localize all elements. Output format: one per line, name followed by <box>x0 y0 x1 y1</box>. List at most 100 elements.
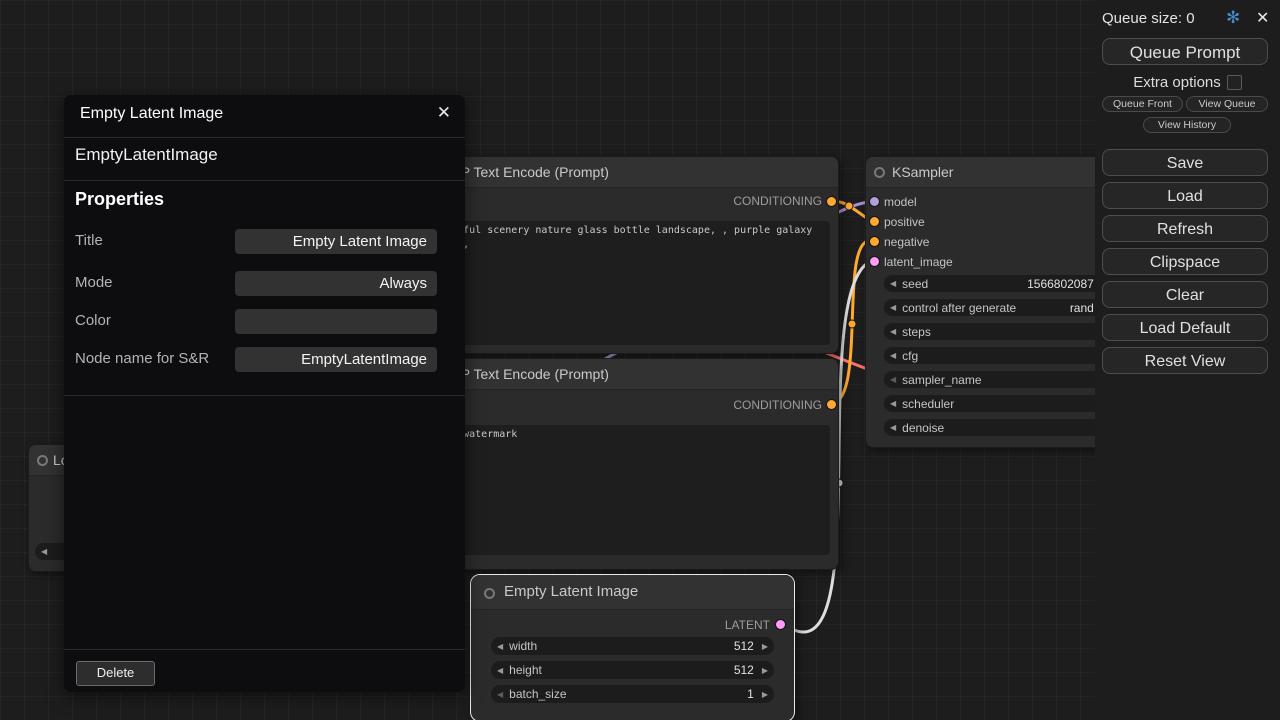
latent-output-label: LATENT <box>725 615 770 635</box>
widget-label: seed <box>902 277 928 291</box>
widget-label: cfg <box>902 349 918 363</box>
conditioning-output-label: CONDITIONING <box>733 395 822 415</box>
load-button[interactable]: Load <box>1102 182 1268 209</box>
extra-options-checkbox[interactable] <box>1227 75 1242 90</box>
clear-button[interactable]: Clear <box>1102 281 1268 308</box>
property-row-mode: Mode Always <box>75 271 437 296</box>
queue-front-button[interactable]: Queue Front <box>1102 96 1183 112</box>
snr-field[interactable]: EmptyLatentImage <box>235 347 437 372</box>
node-class-name: EmptyLatentImage <box>75 145 218 165</box>
widget-label: sampler_name <box>902 373 981 387</box>
extra-options-row: Extra options <box>1095 74 1280 91</box>
divider <box>64 649 465 650</box>
positive-prompt-textarea[interactable]: beautiful scenery nature glass bottle la… <box>421 221 830 345</box>
divider <box>64 180 465 181</box>
left-arrow-icon[interactable]: ◀ <box>35 547 53 556</box>
divider <box>64 395 465 396</box>
panel-title: Empty Latent Image <box>80 105 223 123</box>
conditioning-output-port[interactable] <box>827 400 836 409</box>
wire-midpoint-dot <box>845 202 853 210</box>
load-default-button[interactable]: Load Default <box>1102 314 1268 341</box>
collapse-dot-icon[interactable] <box>484 588 495 599</box>
extra-options-label: Extra options <box>1133 74 1221 91</box>
left-arrow-icon[interactable]: ◀ <box>884 375 902 384</box>
left-arrow-icon[interactable]: ◀ <box>491 642 509 651</box>
collapse-dot-icon[interactable] <box>874 167 885 178</box>
property-row-title: Title Empty Latent Image <box>75 229 437 254</box>
widget-value: 1566802087 <box>1027 277 1094 291</box>
clip-text-encode-positive-node[interactable]: CLIP Text Encode (Prompt) CONDITIONING b… <box>412 156 839 354</box>
widget-label: control after generate <box>902 301 1016 315</box>
left-arrow-icon[interactable]: ◀ <box>491 666 509 675</box>
save-button[interactable]: Save <box>1102 149 1268 176</box>
queue-prompt-button[interactable]: Queue Prompt <box>1102 38 1268 65</box>
queue-size-label: Queue size: 0 <box>1102 10 1195 27</box>
reset-view-button[interactable]: Reset View <box>1102 347 1268 374</box>
left-arrow-icon[interactable]: ◀ <box>884 279 902 288</box>
view-history-button[interactable]: View History <box>1143 117 1231 133</box>
property-label: Color <box>75 312 111 329</box>
widget-label: steps <box>902 325 931 339</box>
left-arrow-icon[interactable]: ◀ <box>884 399 902 408</box>
left-arrow-icon[interactable]: ◀ <box>884 423 902 432</box>
property-row-snr: Node name for S&R EmptyLatentImage <box>75 347 437 372</box>
positive-input-label: positive <box>884 212 925 232</box>
node-properties-panel: Empty Latent Image ✕ EmptyLatentImage Pr… <box>64 95 465 692</box>
node-graph-canvas[interactable]: Load Checkpoint ◀ CLIP Text Encode (Prom… <box>0 0 1280 720</box>
conditioning-output-label: CONDITIONING <box>733 191 822 211</box>
left-arrow-icon[interactable]: ◀ <box>884 303 902 312</box>
property-label: Title <box>75 232 103 249</box>
latent-image-input-port[interactable] <box>870 257 879 266</box>
latent-output-port[interactable] <box>776 620 785 629</box>
empty-latent-header[interactable]: Empty Latent Image <box>471 575 794 610</box>
property-label: Node name for S&R <box>75 350 209 367</box>
right-arrow-icon[interactable]: ▶ <box>756 642 774 651</box>
color-field[interactable] <box>235 309 437 334</box>
view-queue-button[interactable]: View Queue <box>1186 96 1268 112</box>
load-checkpoint-header[interactable]: Load Checkpoint <box>29 445 69 476</box>
widget-label: height <box>509 663 542 677</box>
node-title: Empty Latent Image <box>504 583 638 600</box>
clipspace-button[interactable]: Clipspace <box>1102 248 1268 275</box>
refresh-button[interactable]: Refresh <box>1102 215 1268 242</box>
left-arrow-icon[interactable]: ◀ <box>491 690 509 699</box>
close-icon[interactable]: ✕ <box>437 103 451 123</box>
divider <box>64 137 465 138</box>
clip-negative-header[interactable]: CLIP Text Encode (Prompt) <box>413 359 838 390</box>
negative-input-port[interactable] <box>870 237 879 246</box>
properties-section-title: Properties <box>75 189 164 210</box>
mode-field[interactable]: Always <box>235 271 437 296</box>
left-arrow-icon[interactable]: ◀ <box>884 351 902 360</box>
batch-size-widget[interactable]: ◀ batch_size 1 ▶ <box>491 685 774 703</box>
empty-latent-image-node[interactable]: Empty Latent Image LATENT ◀ width 512 ▶ … <box>470 574 795 720</box>
conditioning-output-port[interactable] <box>827 197 836 206</box>
widget-label: width <box>509 639 537 653</box>
settings-gear-icon[interactable]: ✻ <box>1226 8 1240 28</box>
property-row-color: Color <box>75 309 437 334</box>
right-arrow-icon[interactable]: ▶ <box>756 690 774 699</box>
widget-value: 512 <box>734 639 754 653</box>
negative-prompt-textarea[interactable]: text, watermark <box>421 425 830 555</box>
close-icon[interactable]: ✕ <box>1256 8 1269 28</box>
clip-text-encode-negative-node[interactable]: CLIP Text Encode (Prompt) CONDITIONING t… <box>412 358 839 570</box>
right-arrow-icon[interactable]: ▶ <box>756 666 774 675</box>
comfy-menu: Queue size: 0 ✻ ✕ Queue Prompt Extra opt… <box>1095 0 1280 720</box>
widget-label: batch_size <box>509 687 566 701</box>
collapse-dot-icon[interactable] <box>37 455 48 466</box>
widget-label: scheduler <box>902 397 954 411</box>
wire-midpoint-dot <box>848 320 856 328</box>
positive-input-port[interactable] <box>870 217 879 226</box>
negative-input-label: negative <box>884 232 929 252</box>
clip-positive-header[interactable]: CLIP Text Encode (Prompt) <box>413 157 838 188</box>
widget-value: 512 <box>734 663 754 677</box>
height-widget[interactable]: ◀ height 512 ▶ <box>491 661 774 679</box>
widget-label: denoise <box>902 421 944 435</box>
node-title: KSampler <box>892 164 953 180</box>
widget-value: 1 <box>747 687 754 701</box>
model-input-port[interactable] <box>870 197 879 206</box>
title-field[interactable]: Empty Latent Image <box>235 229 437 254</box>
delete-button[interactable]: Delete <box>76 661 155 686</box>
width-widget[interactable]: ◀ width 512 ▶ <box>491 637 774 655</box>
property-label: Mode <box>75 274 113 291</box>
left-arrow-icon[interactable]: ◀ <box>884 327 902 336</box>
